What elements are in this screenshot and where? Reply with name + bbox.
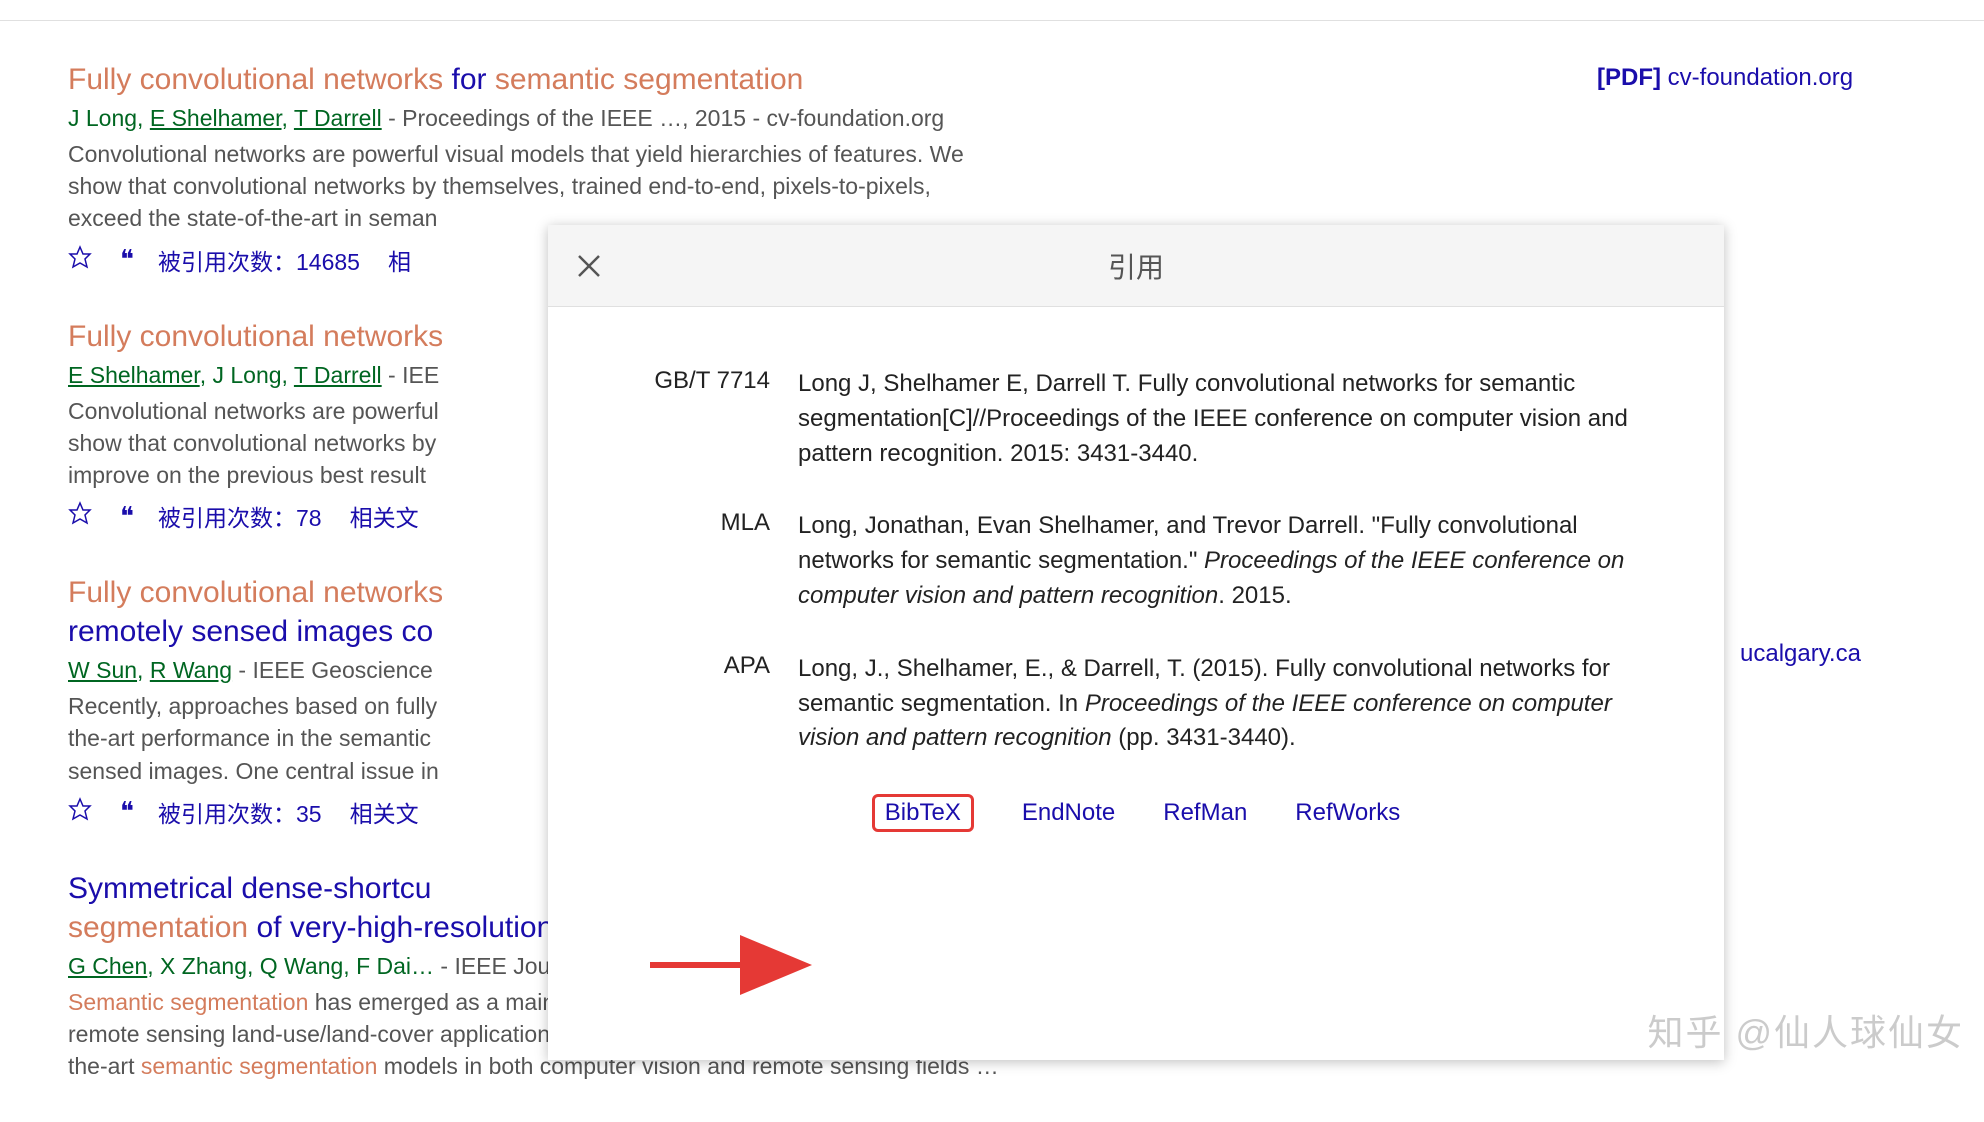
star-icon[interactable] — [68, 797, 92, 827]
cited-by-link[interactable]: 被引用次数：78 — [158, 499, 322, 533]
refman-link[interactable]: RefMan — [1163, 799, 1247, 827]
result-abstract: Convolutional networks are powerful visu… — [68, 138, 1318, 235]
cite-icon[interactable]: ❝ — [120, 796, 130, 827]
cite-text[interactable]: Long J, Shelhamer E, Darrell T. Fully co… — [798, 367, 1654, 471]
related-link[interactable]: 相 — [388, 243, 411, 277]
authors[interactable]: J Long, E Shelhamer, T Darrell — [68, 105, 382, 131]
result-meta: J Long, E Shelhamer, T Darrell - Proceed… — [68, 105, 1318, 132]
result-title[interactable]: Fully convolutional networks for semanti… — [68, 60, 1318, 99]
authors[interactable]: E Shelhamer, J Long, T Darrell — [68, 362, 382, 388]
cite-modal: 引用 GB/T 7714 Long J, Shelhamer E, Darrel… — [548, 225, 1724, 1060]
cite-format-label: GB/T 7714 — [618, 367, 798, 471]
cite-icon[interactable]: ❝ — [120, 244, 130, 275]
authors[interactable]: G Chen, X Zhang, Q Wang, F Dai… — [68, 953, 434, 979]
star-icon[interactable] — [68, 501, 92, 531]
cite-row-mla: MLA Long, Jonathan, Evan Shelhamer, and … — [618, 509, 1654, 613]
cite-format-label: MLA — [618, 509, 798, 613]
modal-title: 引用 — [1108, 246, 1164, 286]
cite-text[interactable]: Long, J., Shelhamer, E., & Darrell, T. (… — [798, 652, 1654, 756]
close-icon[interactable] — [574, 251, 604, 281]
cite-row-gbt: GB/T 7714 Long J, Shelhamer E, Darrell T… — [618, 367, 1654, 471]
star-icon[interactable] — [68, 245, 92, 275]
bibtex-link[interactable]: BibTeX — [872, 794, 974, 832]
cited-by-link[interactable]: 被引用次数：14685 — [158, 243, 360, 277]
authors[interactable]: W Sun, R Wang — [68, 657, 232, 683]
cite-format-label: APA — [618, 652, 798, 756]
cite-text[interactable]: Long, Jonathan, Evan Shelhamer, and Trev… — [798, 509, 1654, 613]
pdf-link[interactable]: ucalgary.ca — [1740, 640, 1861, 668]
cite-row-apa: APA Long, J., Shelhamer, E., & Darrell, … — [618, 652, 1654, 756]
endnote-link[interactable]: EndNote — [1022, 799, 1115, 827]
refworks-link[interactable]: RefWorks — [1295, 799, 1400, 827]
cite-icon[interactable]: ❝ — [120, 501, 130, 532]
pdf-link[interactable]: [PDF] cv-foundation.org — [1597, 64, 1853, 92]
related-link[interactable]: 相关文 — [350, 499, 419, 533]
watermark: 知乎 @仙人球仙女 — [1647, 1004, 1964, 1056]
cited-by-link[interactable]: 被引用次数：35 — [158, 795, 322, 829]
related-link[interactable]: 相关文 — [350, 795, 419, 829]
